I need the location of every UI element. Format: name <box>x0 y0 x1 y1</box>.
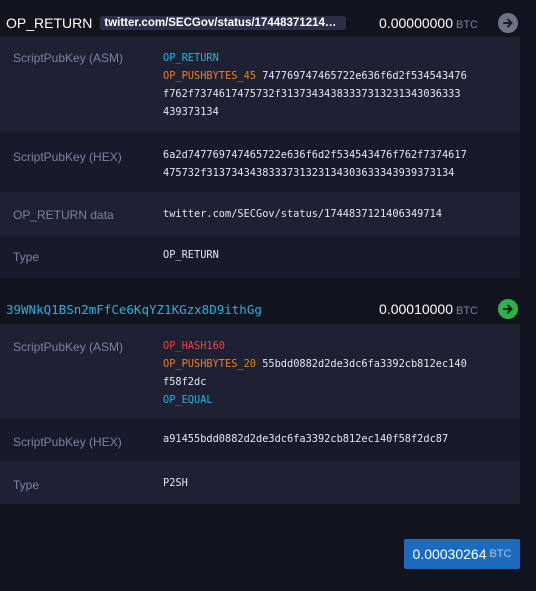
type-text: P2SH <box>163 477 188 489</box>
amount-value: 0.00000000 <box>379 15 453 31</box>
hex-line: 475732f313734343833373132313430363334393… <box>163 167 455 179</box>
asm-opcode: OP_EQUAL <box>163 394 213 406</box>
asm-opcode: OP_PUSHBYTES_20 <box>163 358 256 370</box>
scriptpubkey-asm-row: ScriptPubKey (ASM) OP_RETURN OP_PUSHBYTE… <box>0 37 520 132</box>
type-text: OP_RETURN <box>163 249 219 261</box>
amount-value: 0.00010000 <box>379 301 453 317</box>
scriptpubkey-hex-row: ScriptPubKey (HEX) a91455bdd0882d2de3dc6… <box>0 418 520 461</box>
row-label: Type <box>13 478 40 492</box>
row-label: ScriptPubKey (ASM) <box>13 51 124 65</box>
asm-data: f762f7374617475732f313734343833373132313… <box>163 88 461 100</box>
row-label: OP_RETURN data <box>13 208 114 222</box>
amount-unit: BTC <box>456 305 478 317</box>
opreturn-text: twitter.com/SECGov/status/17448371214063… <box>163 208 442 220</box>
asm-opcode: OP_HASH160 <box>163 340 225 352</box>
output-title: OP_RETURN twitter.com/SECGov/status/1744… <box>6 13 347 33</box>
total-amount-button[interactable]: 0.00030264 BTC <box>404 539 520 569</box>
opreturn-data-value: twitter.com/SECGov/status/17448371214063… <box>163 205 510 223</box>
row-label: ScriptPubKey (ASM) <box>13 340 124 354</box>
row-label: Type <box>13 250 40 264</box>
opreturn-data-row: OP_RETURN data twitter.com/SECGov/status… <box>0 192 520 236</box>
hex-line: a91455bdd0882d2de3dc6fa3392cb812ec140f58… <box>163 433 449 445</box>
output-title: 39WNkQ1BSn2mFfCe6KqYZ1KGzx8D9ithGg <box>6 299 262 319</box>
total-value: 0.00030264 <box>412 546 487 562</box>
scriptpubkey-hex-value: a91455bdd0882d2de3dc6fa3392cb812ec140f58… <box>163 430 510 448</box>
asm-data: f58f2dc <box>163 376 207 388</box>
output-header-p2sh: 39WNkQ1BSn2mFfCe6KqYZ1KGzx8D9ithGg 0.000… <box>0 294 536 324</box>
output-address-link[interactable]: 39WNkQ1BSn2mFfCe6KqYZ1KGzx8D9ithGg <box>6 302 262 317</box>
arrow-right-icon[interactable] <box>498 299 518 319</box>
output-type-label: OP_RETURN <box>6 15 93 31</box>
output-amount: 0.00010000 BTC <box>379 301 478 317</box>
scriptpubkey-asm-row: ScriptPubKey (ASM) OP_HASH160 OP_PUSHBYT… <box>0 324 520 418</box>
type-row: Type P2SH <box>0 461 520 504</box>
hex-line: 6a2d747769747465722e636f6d2f534543476f76… <box>163 149 467 161</box>
output-header-opreturn: OP_RETURN twitter.com/SECGov/status/1744… <box>0 8 536 38</box>
output-details-opreturn: ScriptPubKey (ASM) OP_RETURN OP_PUSHBYTE… <box>0 37 520 278</box>
asm-data: 439373134 <box>163 106 219 118</box>
row-label: ScriptPubKey (HEX) <box>13 150 122 164</box>
type-value: P2SH <box>163 474 510 492</box>
row-label: ScriptPubKey (HEX) <box>13 435 122 449</box>
asm-opcode: OP_PUSHBYTES_45 <box>163 70 256 82</box>
scriptpubkey-asm-value: OP_RETURN OP_PUSHBYTES_45 74776974746572… <box>163 49 510 121</box>
opreturn-data-chip: twitter.com/SECGov/status/17448371214063… <box>100 16 347 30</box>
type-row: Type OP_RETURN <box>0 236 520 278</box>
output-details-p2sh: ScriptPubKey (ASM) OP_HASH160 OP_PUSHBYT… <box>0 324 520 504</box>
asm-opcode: OP_RETURN <box>163 52 219 64</box>
scriptpubkey-hex-value: 6a2d747769747465722e636f6d2f534543476f76… <box>163 146 510 182</box>
total-unit: BTC <box>489 548 512 560</box>
scriptpubkey-hex-row: ScriptPubKey (HEX) 6a2d747769747465722e6… <box>0 132 520 192</box>
arrow-right-icon[interactable] <box>498 13 518 33</box>
asm-data: 747769747465722e636f6d2f534543476 <box>262 70 467 82</box>
type-value: OP_RETURN <box>163 246 510 264</box>
asm-data: 55bdd0882d2de3dc6fa3392cb812ec140 <box>262 358 467 370</box>
output-amount: 0.00000000 BTC <box>379 15 478 31</box>
amount-unit: BTC <box>456 19 478 31</box>
scriptpubkey-asm-value: OP_HASH160 OP_PUSHBYTES_20 55bdd0882d2de… <box>163 337 510 409</box>
